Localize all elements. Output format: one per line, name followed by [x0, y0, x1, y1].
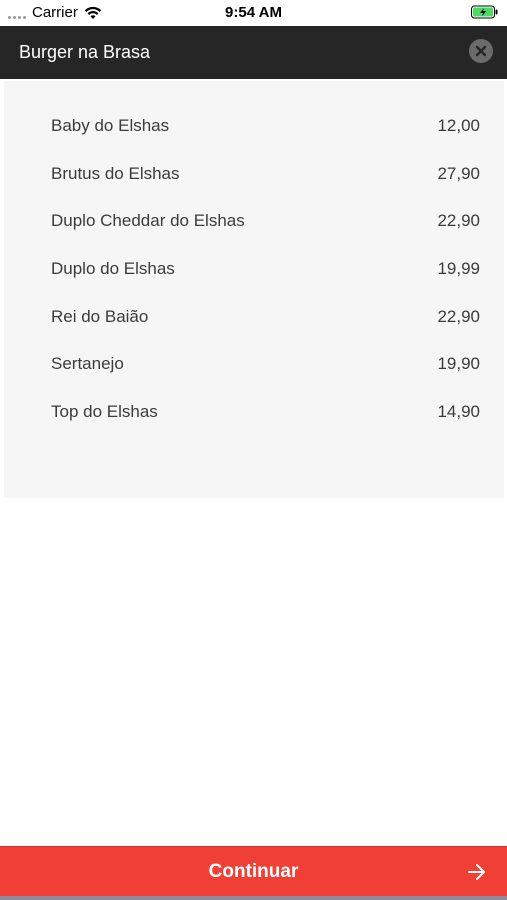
menu-card: Baby do Elshas 12,00 Brutus do Elshas 27… — [4, 81, 504, 498]
menu-item-price: 22,90 — [437, 211, 480, 231]
menu-item[interactable]: Top do Elshas 14,90 — [4, 388, 504, 436]
menu-item-price: 22,90 — [437, 306, 480, 326]
menu-item[interactable]: Brutus do Elshas 27,90 — [4, 150, 504, 198]
menu-item-name: Brutus do Elshas — [51, 163, 180, 183]
menu-item-price: 12,00 — [437, 115, 480, 135]
status-time: 9:54 AM — [225, 4, 282, 21]
menu-item-name: Duplo Cheddar do Elshas — [51, 211, 245, 231]
menu-item-name: Duplo do Elshas — [51, 258, 175, 278]
bottom-strip — [0, 896, 507, 900]
close-icon — [475, 45, 487, 57]
menu-item-price: 19,99 — [437, 258, 480, 278]
status-bar: Carrier 9:54 AM — [0, 0, 507, 26]
menu-item[interactable]: Duplo do Elshas 19,99 — [4, 245, 504, 293]
continue-button[interactable]: Continuar — [0, 846, 507, 896]
arrow-right-icon — [468, 864, 485, 880]
menu-item-name: Baby do Elshas — [51, 115, 170, 135]
app-header: Burger na Brasa — [0, 26, 507, 79]
menu-item[interactable]: Sertanejo 19,90 — [4, 340, 504, 388]
menu-item-name: Rei do Baião — [51, 306, 149, 326]
menu-item[interactable]: Rei do Baião 22,90 — [4, 293, 504, 341]
menu-item-name: Top do Elshas — [51, 401, 158, 421]
menu-item-price: 27,90 — [437, 163, 480, 183]
menu-item[interactable]: Baby do Elshas 12,00 — [4, 102, 504, 150]
page-title: Burger na Brasa — [19, 42, 151, 62]
close-button[interactable] — [469, 39, 493, 63]
continue-label: Continuar — [208, 860, 299, 882]
battery-charging-icon — [471, 5, 498, 19]
menu-item-name: Sertanejo — [51, 354, 124, 374]
menu-list: Baby do Elshas 12,00 Brutus do Elshas 27… — [4, 102, 504, 436]
menu-item[interactable]: Duplo Cheddar do Elshas 22,90 — [4, 197, 504, 245]
menu-item-price: 19,90 — [437, 354, 480, 374]
menu-item-price: 14,90 — [437, 401, 480, 421]
screen: Carrier 9:54 AM Burger na Brasa Baby do … — [0, 0, 507, 900]
